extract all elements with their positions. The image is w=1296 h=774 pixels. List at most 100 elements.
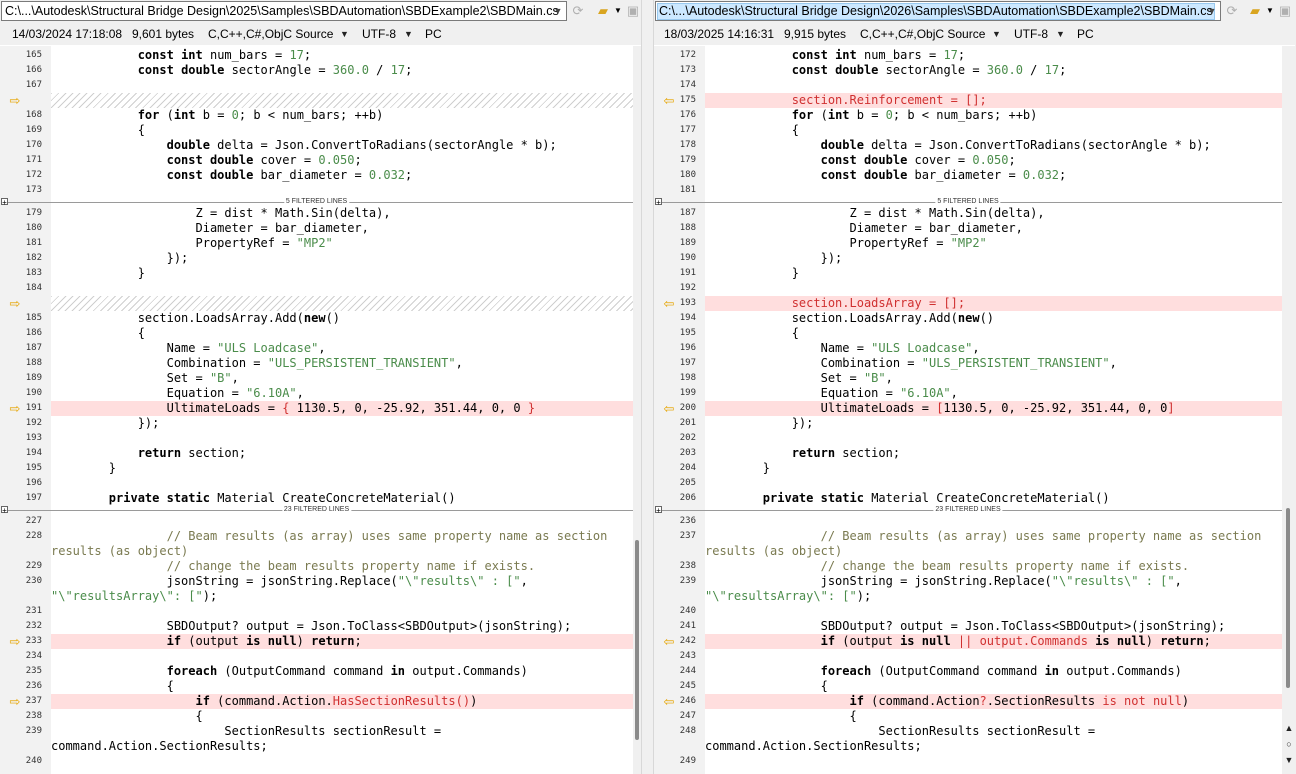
code-text[interactable]: UltimateLoads = { 1130.5, 0, -25.92, 351…: [51, 401, 633, 416]
code-text[interactable]: [51, 93, 633, 108]
left-scrollbar[interactable]: [633, 46, 641, 774]
code-line[interactable]: 188 Combination = "ULS_PERSISTENT_TRANSI…: [0, 356, 633, 371]
code-line[interactable]: 168 for (int b = 0; b < num_bars; ++b): [0, 108, 633, 123]
code-text[interactable]: const int num_bars = 17;: [705, 48, 1282, 63]
code-text[interactable]: {: [705, 326, 1282, 341]
code-line[interactable]: 165 const int num_bars = 17;: [0, 48, 633, 63]
code-line[interactable]: 236 {: [0, 679, 633, 694]
chevron-down-icon[interactable]: ▼: [1204, 2, 1220, 20]
code-line[interactable]: 232 SBDOutput? output = Json.ToClass<SBD…: [0, 619, 633, 634]
code-text[interactable]: const double cover = 0.050;: [51, 153, 633, 168]
difference-arrow-icon[interactable]: ⇦: [662, 401, 676, 416]
code-line[interactable]: ⇨ 191 UltimateLoads = { 1130.5, 0, -25.92…: [0, 401, 633, 416]
code-text[interactable]: [705, 281, 1282, 296]
code-line[interactable]: 237 // Beam results (as array) uses same…: [654, 529, 1282, 559]
code-text[interactable]: UltimateLoads = [1130.5, 0, -25.92, 351.…: [705, 401, 1282, 416]
code-line[interactable]: 198 Set = "B",: [654, 371, 1282, 386]
code-line[interactable]: 196: [0, 476, 633, 491]
code-text[interactable]: {: [705, 709, 1282, 724]
code-line[interactable]: ⇦ 193 section.LoadsArray = [];: [654, 296, 1282, 311]
code-text[interactable]: [705, 649, 1282, 664]
filtered-lines-separator[interactable]: +23 FILTERED LINES: [0, 505, 633, 515]
code-line[interactable]: 227: [0, 514, 633, 529]
current-difference-icon[interactable]: ○: [1284, 738, 1294, 750]
code-text[interactable]: Name = "ULS Loadcase",: [51, 341, 633, 356]
code-line[interactable]: 183 }: [0, 266, 633, 281]
code-line[interactable]: 195 }: [0, 461, 633, 476]
code-line[interactable]: 188 Diameter = bar_diameter,: [654, 221, 1282, 236]
code-text[interactable]: Diameter = bar_diameter,: [705, 221, 1282, 236]
code-text[interactable]: foreach (OutputCommand command in output…: [51, 664, 633, 679]
code-line[interactable]: 176 for (int b = 0; b < num_bars; ++b): [654, 108, 1282, 123]
code-line[interactable]: 197 private static Material CreateConcre…: [0, 491, 633, 506]
reload-icon[interactable]: ⟳: [570, 2, 586, 20]
code-line[interactable]: 167: [0, 78, 633, 93]
code-text[interactable]: foreach (OutputCommand command in output…: [705, 664, 1282, 679]
left-scrollbar-thumb[interactable]: [635, 540, 639, 740]
code-text[interactable]: [51, 183, 633, 198]
left-path-text[interactable]: C:\...\Autodesk\Structural Bridge Design…: [4, 4, 560, 19]
code-line[interactable]: 181: [654, 183, 1282, 198]
code-text[interactable]: SBDOutput? output = Json.ToClass<SBDOutp…: [705, 619, 1282, 634]
code-text[interactable]: section.Reinforcement = [];: [705, 93, 1282, 108]
code-line[interactable]: 190 Equation = "6.10A",: [0, 386, 633, 401]
code-line[interactable]: 185 section.LoadsArray.Add(new(): [0, 311, 633, 326]
code-line[interactable]: 178 double delta = Json.ConvertToRadians…: [654, 138, 1282, 153]
code-text[interactable]: for (int b = 0; b < num_bars; ++b): [705, 108, 1282, 123]
code-text[interactable]: return section;: [51, 446, 633, 461]
difference-arrow-icon[interactable]: ⇦: [662, 296, 676, 311]
code-line[interactable]: 240: [654, 604, 1282, 619]
code-line[interactable]: 199 Equation = "6.10A",: [654, 386, 1282, 401]
code-line[interactable]: 239 SectionResults sectionResult = comma…: [0, 724, 633, 754]
code-text[interactable]: [51, 78, 633, 93]
difference-arrow-icon[interactable]: ⇨: [8, 296, 22, 311]
code-line[interactable]: ⇦ 246 if (command.Action?.SectionResults …: [654, 694, 1282, 709]
code-text[interactable]: SectionResults sectionResult = command.A…: [51, 724, 633, 754]
code-text[interactable]: const int num_bars = 17;: [51, 48, 633, 63]
code-line[interactable]: 239 jsonString = jsonString.Replace("\"r…: [654, 574, 1282, 604]
code-line[interactable]: 204 }: [654, 461, 1282, 476]
code-line[interactable]: 245 {: [654, 679, 1282, 694]
chevron-down-icon[interactable]: ▼: [340, 24, 349, 45]
save-icon[interactable]: ▣: [1278, 2, 1292, 20]
code-text[interactable]: {: [51, 709, 633, 724]
reload-icon[interactable]: ⟳: [1224, 2, 1240, 20]
code-text[interactable]: }: [51, 266, 633, 281]
code-text[interactable]: double delta = Json.ConvertToRadians(sec…: [51, 138, 633, 153]
code-text[interactable]: [51, 649, 633, 664]
code-line[interactable]: ⇦ 175 section.Reinforcement = [];: [654, 93, 1282, 108]
code-text[interactable]: private static Material CreateConcreteMa…: [705, 491, 1282, 506]
code-line[interactable]: 179 Z = dist * Math.Sin(delta),: [0, 206, 633, 221]
filtered-lines-separator[interactable]: +5 FILTERED LINES: [0, 197, 633, 207]
code-line[interactable]: 248 SectionResults sectionResult = comma…: [654, 724, 1282, 754]
code-text[interactable]: Equation = "6.10A",: [705, 386, 1282, 401]
previous-difference-icon[interactable]: ▼: [1284, 754, 1294, 766]
code-text[interactable]: [705, 431, 1282, 446]
code-line[interactable]: 172 const double bar_diameter = 0.032;: [0, 168, 633, 183]
code-text[interactable]: [705, 476, 1282, 491]
code-line[interactable]: 243: [654, 649, 1282, 664]
code-line[interactable]: 196 Name = "ULS Loadcase",: [654, 341, 1282, 356]
expand-icon[interactable]: +: [655, 506, 662, 515]
code-line[interactable]: 203 return section;: [654, 446, 1282, 461]
code-text[interactable]: [51, 296, 633, 311]
right-editor[interactable]: 172 const int num_bars = 17; 173 const do…: [654, 46, 1282, 774]
code-text[interactable]: const double sectorAngle = 360.0 / 17;: [705, 63, 1282, 78]
code-text[interactable]: PropertyRef = "MP2": [51, 236, 633, 251]
code-line[interactable]: 184: [0, 281, 633, 296]
code-line[interactable]: 241 SBDOutput? output = Json.ToClass<SBD…: [654, 619, 1282, 634]
code-text[interactable]: Diameter = bar_diameter,: [51, 221, 633, 236]
code-text[interactable]: [705, 604, 1282, 619]
code-line[interactable]: 170 double delta = Json.ConvertToRadians…: [0, 138, 633, 153]
code-text[interactable]: [51, 431, 633, 446]
code-line[interactable]: 177 {: [654, 123, 1282, 138]
code-text[interactable]: [51, 476, 633, 491]
code-text[interactable]: jsonString = jsonString.Replace("\"resul…: [705, 574, 1282, 604]
filtered-lines-separator[interactable]: +5 FILTERED LINES: [654, 197, 1282, 207]
code-text[interactable]: {: [51, 679, 633, 694]
code-text[interactable]: }: [51, 461, 633, 476]
difference-arrow-icon[interactable]: ⇨: [8, 694, 22, 709]
code-line[interactable]: 201 });: [654, 416, 1282, 431]
code-text[interactable]: [705, 754, 1282, 769]
code-line[interactable]: 235 foreach (OutputCommand command in ou…: [0, 664, 633, 679]
